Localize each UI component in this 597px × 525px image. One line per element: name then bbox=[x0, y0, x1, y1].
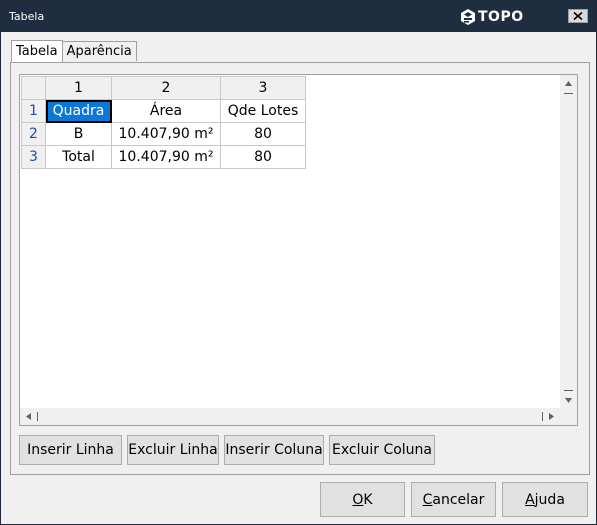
insert-column-button[interactable]: Inserir Coluna bbox=[224, 435, 324, 465]
scroll-right-button[interactable] bbox=[543, 408, 560, 425]
scroll-left-icon bbox=[26, 413, 31, 420]
scroll-right-icon bbox=[549, 413, 554, 420]
ok-mnemonic: O bbox=[352, 491, 364, 508]
logo-cube-icon bbox=[461, 9, 475, 25]
scroll-bottom-mark bbox=[564, 390, 573, 391]
grid-cell[interactable]: 80 bbox=[220, 145, 306, 169]
grid-cell[interactable]: Total bbox=[45, 145, 112, 169]
grid-cell[interactable]: Qde Lotes bbox=[220, 99, 306, 123]
delete-row-button[interactable]: Excluir Linha bbox=[127, 435, 219, 465]
column-header-row: 1 2 3 bbox=[21, 76, 306, 100]
grid-cell[interactable]: 10.407,90 m² bbox=[111, 145, 221, 169]
column-header[interactable]: 3 bbox=[220, 76, 306, 100]
row-header[interactable]: 2 bbox=[21, 122, 46, 146]
grid-cell-selected[interactable]: Quadra bbox=[45, 99, 112, 123]
grid-cell[interactable]: 10.407,90 m² bbox=[111, 122, 221, 146]
window-title: Tabela bbox=[9, 10, 45, 23]
grid-table: 1 2 3 1 Quadra Área Qde Lotes 2 B 10.407… bbox=[21, 76, 306, 169]
row-header[interactable]: 1 bbox=[21, 99, 46, 123]
cancel-label: ancelar bbox=[432, 491, 485, 508]
app-logo: TOPO bbox=[459, 6, 524, 28]
help-mnemonic: A bbox=[525, 491, 535, 508]
scroll-up-button[interactable] bbox=[560, 75, 577, 92]
scroll-left-button[interactable] bbox=[20, 408, 37, 425]
table-row: 1 Quadra Área Qde Lotes bbox=[21, 99, 306, 123]
scroll-left-mark bbox=[37, 412, 38, 421]
insert-row-button[interactable]: Inserir Linha bbox=[19, 435, 122, 465]
scroll-down-button[interactable] bbox=[560, 392, 577, 409]
scroll-top-mark bbox=[564, 93, 573, 94]
grid-button-row: Inserir Linha Excluir Linha Inserir Colu… bbox=[19, 435, 440, 465]
grid-corner bbox=[21, 76, 46, 100]
scroll-up-icon bbox=[565, 81, 572, 86]
grid-cell[interactable]: B bbox=[45, 122, 112, 146]
close-button[interactable] bbox=[568, 9, 588, 23]
title-bar[interactable]: Tabela TOPO bbox=[1, 1, 596, 32]
tab-strip: Tabela Aparência bbox=[11, 40, 137, 62]
cancel-button[interactable]: Cancelar bbox=[411, 482, 496, 517]
tab-tabela[interactable]: Tabela bbox=[11, 40, 63, 62]
vertical-scrollbar[interactable] bbox=[560, 75, 577, 409]
delete-column-button[interactable]: Excluir Coluna bbox=[329, 435, 435, 465]
help-label: juda bbox=[534, 491, 565, 508]
close-icon bbox=[573, 12, 583, 20]
column-header[interactable]: 1 bbox=[45, 76, 112, 100]
horizontal-scrollbar[interactable] bbox=[20, 408, 560, 425]
tab-panel: 1 2 3 1 Quadra Área Qde Lotes 2 B 10.407… bbox=[10, 62, 590, 475]
scrollbar-corner bbox=[560, 408, 577, 425]
help-button[interactable]: Ajuda bbox=[502, 482, 588, 517]
scroll-down-icon bbox=[565, 398, 572, 403]
table-row: 3 Total 10.407,90 m² 80 bbox=[21, 145, 306, 169]
tab-aparencia[interactable]: Aparência bbox=[61, 41, 137, 61]
table-grid[interactable]: 1 2 3 1 Quadra Área Qde Lotes 2 B 10.407… bbox=[19, 74, 578, 426]
grid-cell[interactable]: Área bbox=[111, 99, 221, 123]
table-row: 2 B 10.407,90 m² 80 bbox=[21, 122, 306, 146]
ok-label: K bbox=[363, 491, 373, 508]
row-header[interactable]: 3 bbox=[21, 145, 46, 169]
column-header[interactable]: 2 bbox=[111, 76, 221, 100]
logo-text: TOPO bbox=[478, 9, 524, 25]
grid-cell[interactable]: 80 bbox=[220, 122, 306, 146]
dialog-window: Tabela TOPO Tabela Aparência 1 2 3 1 Qua… bbox=[0, 0, 597, 525]
ok-button[interactable]: OK bbox=[320, 482, 405, 517]
cancel-mnemonic: C bbox=[422, 491, 433, 508]
